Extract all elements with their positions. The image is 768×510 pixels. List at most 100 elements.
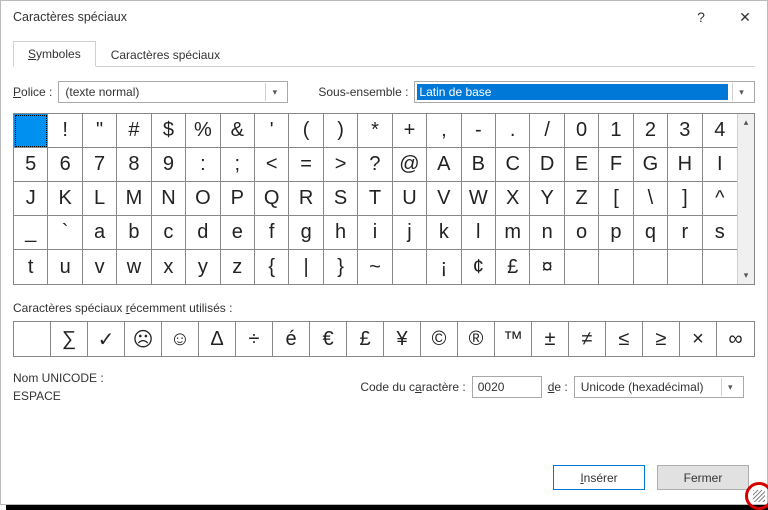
char-cell[interactable]: <	[255, 148, 289, 182]
char-cell[interactable]: >	[324, 148, 358, 182]
char-cell[interactable]: 9	[152, 148, 186, 182]
char-cell[interactable]: m	[496, 216, 530, 250]
char-cell[interactable]: O	[186, 182, 220, 216]
recent-char-cell[interactable]: ∞	[717, 322, 754, 356]
char-cell[interactable]: $	[152, 114, 186, 148]
char-cell[interactable]: 2	[634, 114, 668, 148]
char-cell[interactable]: !	[48, 114, 82, 148]
char-cell[interactable]: w	[117, 250, 151, 284]
char-cell[interactable]: [	[599, 182, 633, 216]
recent-char-cell[interactable]: ✓	[88, 322, 125, 356]
char-cell[interactable]: @	[393, 148, 427, 182]
char-cell[interactable]: a	[83, 216, 117, 250]
char-cell[interactable]: J	[14, 182, 48, 216]
char-cell[interactable]: K	[48, 182, 82, 216]
recent-char-cell[interactable]: ÷	[236, 322, 273, 356]
char-cell[interactable]: 3	[668, 114, 702, 148]
char-cell[interactable]: 8	[117, 148, 151, 182]
recent-char-cell[interactable]: ©	[421, 322, 458, 356]
char-cell[interactable]: 7	[83, 148, 117, 182]
char-cell[interactable]: H	[668, 148, 702, 182]
recent-char-cell[interactable]: ±	[532, 322, 569, 356]
char-cell[interactable]: =	[289, 148, 323, 182]
char-cell[interactable]: 4	[703, 114, 737, 148]
insert-button[interactable]: Insérer	[553, 465, 645, 490]
char-cell[interactable]: D	[530, 148, 564, 182]
char-cell[interactable]: o	[565, 216, 599, 250]
char-cell[interactable]	[565, 250, 599, 284]
recent-char-cell[interactable]: €	[310, 322, 347, 356]
char-cell[interactable]: Y	[530, 182, 564, 216]
char-cell[interactable]: ¢	[462, 250, 496, 284]
char-cell[interactable]: v	[83, 250, 117, 284]
recent-char-cell[interactable]: £	[347, 322, 384, 356]
char-cell[interactable]: 5	[14, 148, 48, 182]
char-cell[interactable]: "	[83, 114, 117, 148]
resize-handle[interactable]	[753, 490, 765, 502]
recent-char-cell[interactable]: ®	[458, 322, 495, 356]
char-cell[interactable]: M	[117, 182, 151, 216]
char-cell[interactable]: I	[703, 148, 737, 182]
scroll-down-icon[interactable]: ▾	[738, 267, 754, 284]
char-cell[interactable]: /	[530, 114, 564, 148]
char-cell[interactable]: 0	[565, 114, 599, 148]
char-cell[interactable]: 6	[48, 148, 82, 182]
recent-char-cell[interactable]: ☹	[125, 322, 162, 356]
char-cell[interactable]: Q	[255, 182, 289, 216]
char-cell[interactable]: N	[152, 182, 186, 216]
char-cell[interactable]: +	[393, 114, 427, 148]
recent-char-cell[interactable]: ☺	[162, 322, 199, 356]
char-cell[interactable]: R	[289, 182, 323, 216]
char-cell[interactable]: A	[427, 148, 461, 182]
char-cell[interactable]: ;	[221, 148, 255, 182]
char-cell[interactable]: y	[186, 250, 220, 284]
char-cell[interactable]: q	[634, 216, 668, 250]
char-cell[interactable]: ^	[703, 182, 737, 216]
char-cell[interactable]: ~	[358, 250, 392, 284]
char-cell[interactable]	[393, 250, 427, 284]
char-cell[interactable]: t	[14, 250, 48, 284]
char-cell[interactable]: i	[358, 216, 392, 250]
char-cell[interactable]: G	[634, 148, 668, 182]
char-cell[interactable]: g	[289, 216, 323, 250]
recent-char-cell[interactable]: Δ	[199, 322, 236, 356]
char-cell[interactable]	[634, 250, 668, 284]
char-cell[interactable]: T	[358, 182, 392, 216]
char-cell[interactable]: V	[427, 182, 461, 216]
char-cell[interactable]: P	[221, 182, 255, 216]
recent-char-cell[interactable]: ≠	[569, 322, 606, 356]
char-cell[interactable]: L	[83, 182, 117, 216]
char-cell[interactable]: _	[14, 216, 48, 250]
recent-char-cell[interactable]	[14, 322, 51, 356]
char-cell[interactable]: p	[599, 216, 633, 250]
char-cell[interactable]: }	[324, 250, 358, 284]
char-cell[interactable]: -	[462, 114, 496, 148]
recent-char-cell[interactable]: é	[273, 322, 310, 356]
recent-char-cell[interactable]: ×	[680, 322, 717, 356]
char-cell[interactable]: E	[565, 148, 599, 182]
char-cell[interactable]	[599, 250, 633, 284]
tab-symbols[interactable]: Symboles	[13, 41, 96, 67]
char-cell[interactable]: &	[221, 114, 255, 148]
recent-char-cell[interactable]: ™	[495, 322, 532, 356]
char-cell[interactable]: .	[496, 114, 530, 148]
char-cell[interactable]: ?	[358, 148, 392, 182]
char-cell[interactable]: C	[496, 148, 530, 182]
grid-scrollbar[interactable]: ▴ ▾	[737, 114, 754, 284]
recent-char-cell[interactable]: ≥	[643, 322, 680, 356]
code-input[interactable]: 0020	[472, 376, 542, 398]
char-cell[interactable]: 1	[599, 114, 633, 148]
char-cell[interactable]: \	[634, 182, 668, 216]
char-cell[interactable]: b	[117, 216, 151, 250]
char-cell[interactable]: S	[324, 182, 358, 216]
char-cell[interactable]: ]	[668, 182, 702, 216]
char-cell[interactable]	[668, 250, 702, 284]
subset-select[interactable]: Latin de base ▾	[414, 81, 755, 103]
close-button[interactable]: Fermer	[657, 465, 749, 490]
char-cell[interactable]: £	[496, 250, 530, 284]
char-cell[interactable]: u	[48, 250, 82, 284]
char-cell[interactable]: B	[462, 148, 496, 182]
char-cell[interactable]: c	[152, 216, 186, 250]
char-cell[interactable]: ,	[427, 114, 461, 148]
char-cell[interactable]: W	[462, 182, 496, 216]
